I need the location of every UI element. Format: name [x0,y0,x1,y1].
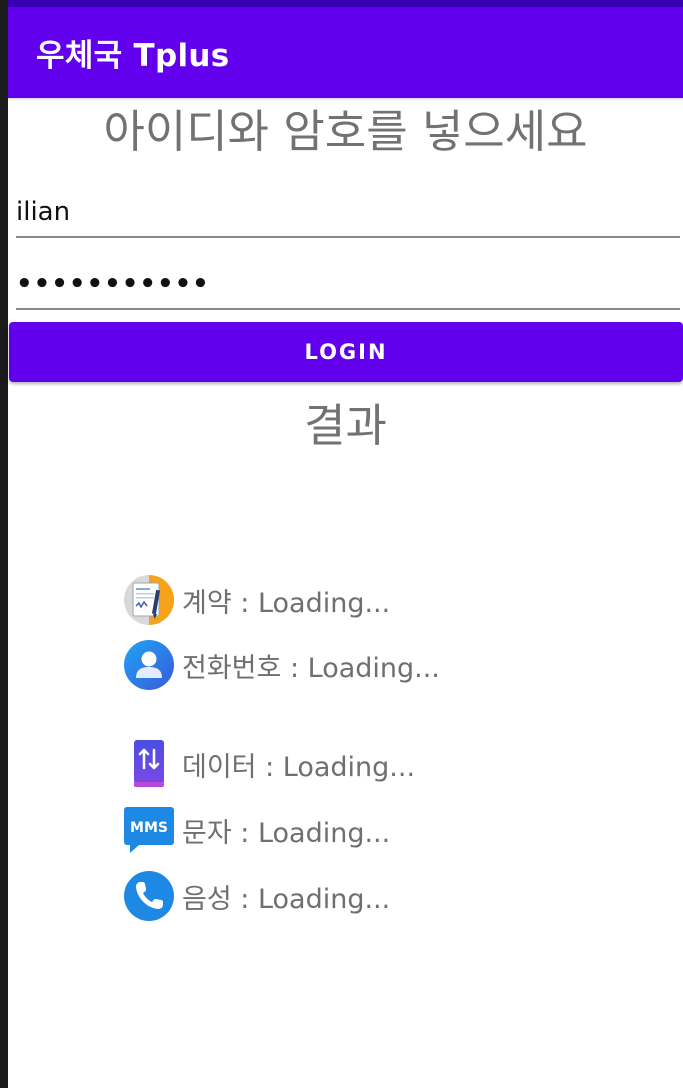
result-row-contract: 계약 : Loading... [123,574,390,626]
data-transfer-icon [134,740,164,787]
result-row-phone-number: 전화번호 : Loading... [123,639,440,691]
result-title: 결과 [304,399,387,452]
phone-number-label: 전화번호 : Loading... [182,652,440,684]
password-underline [16,308,680,310]
username-input[interactable] [16,190,680,234]
app-bar: 우체국 Tplus [8,7,683,98]
svg-text:MMS: MMS [130,820,168,836]
result-row-voice: 음성 : Loading... [123,870,390,922]
password-field [16,250,680,310]
login-heading: 아이디와 암호를 넣으세요 [103,105,588,158]
username-field [16,178,680,238]
result-row-sms: MMS 문자 : Loading... [123,804,390,856]
status-bar [8,0,683,7]
app-bar-shadow [8,98,683,101]
sms-label: 문자 : Loading... [182,817,391,849]
result-row-data: 데이터 : Loading... [123,738,415,790]
app-screen: 우체국 Tplus 아이디와 암호를 넣으세요 LOGIN 결과 계약 : Lo… [0,0,683,1088]
mms-icon: MMS [124,807,174,853]
username-underline [16,236,680,238]
window-edge [0,0,8,1088]
contract-label: 계약 : Loading... [182,587,391,619]
app-title: 우체국 Tplus [36,38,230,74]
contract-icon [124,575,174,625]
phone-icon [124,871,174,921]
password-input[interactable] [16,262,680,306]
user-icon [124,640,174,690]
login-button[interactable]: LOGIN [9,322,683,382]
voice-label: 음성 : Loading... [182,883,391,915]
data-label: 데이터 : Loading... [182,751,416,783]
